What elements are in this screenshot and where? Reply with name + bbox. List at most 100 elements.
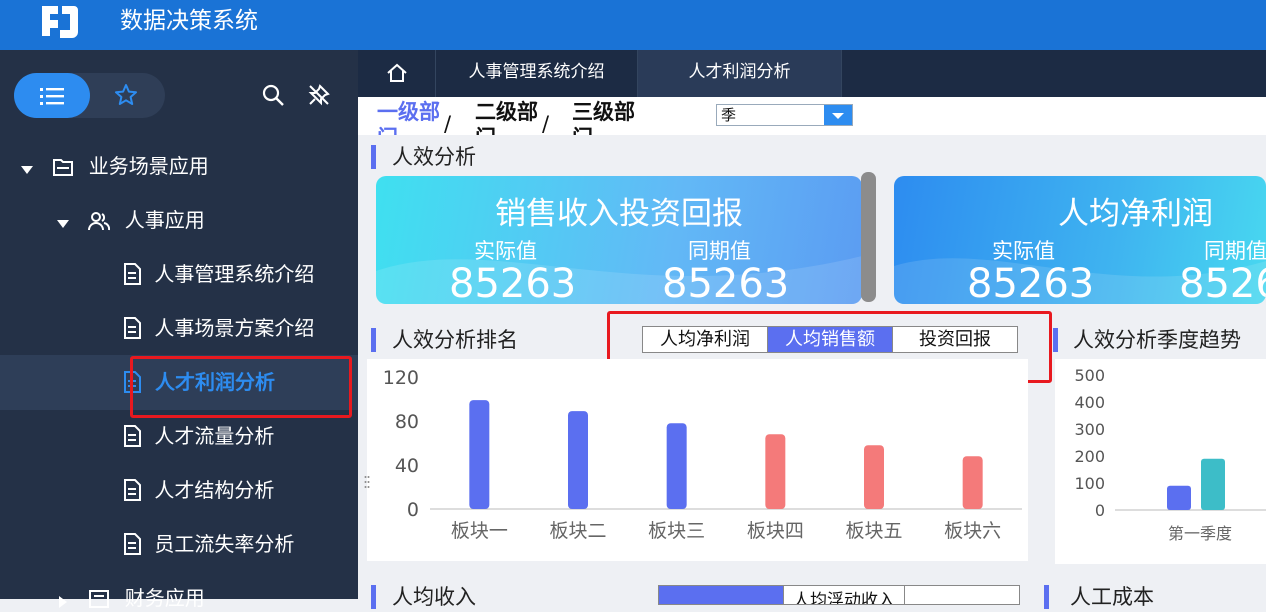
section-title-income: 人均收入 — [392, 585, 476, 609]
filter-bar: 一级部门 / 二级部门 / 三级部门 季 — [358, 97, 1266, 135]
y-tick-label: 200 — [1074, 447, 1105, 466]
sidebar: 业务场景应用 人事应用 人事管理系统介绍 人事场景方案介绍 人才利润分析 人才流… — [0, 50, 358, 610]
tree-label: 人才结构分析 — [154, 478, 275, 502]
income-toggle-float[interactable]: 人均浮动收入 — [783, 586, 905, 604]
kpi-card-sales-roi: 销售收入投资回报 实际值 同期值 85263 85263 — [376, 176, 862, 304]
document-icon — [124, 479, 141, 501]
card-title: 销售收入投资回报 — [495, 196, 743, 232]
document-icon — [124, 425, 141, 447]
chevron-down-icon — [832, 113, 844, 119]
actual-value: 85263 — [449, 261, 577, 304]
tree-label: 人事管理系统介绍 — [154, 262, 315, 286]
section-title-ranking: 人效分析排名 — [392, 328, 518, 352]
app-logo-icon — [42, 6, 78, 38]
ranking-bar-chart: 0 40 80 120 板块一 板块二 板块三 板块四 板块五 板块六 — [383, 367, 1022, 542]
income-toggle-active[interactable] — [659, 586, 783, 604]
bar[interactable] — [962, 456, 983, 509]
period-value: 季 — [721, 106, 737, 124]
section-marker — [371, 145, 376, 169]
document-icon — [124, 317, 141, 339]
x-tick-label: 板块二 — [549, 520, 606, 542]
y-tick-label: 120 — [383, 367, 419, 389]
tree-label: 财务应用 — [124, 586, 205, 610]
y-tick-label: 500 — [1074, 366, 1105, 385]
ranking-chart-panel: 0 40 80 120 板块一 板块二 板块三 板块四 板块五 板块六 — [367, 359, 1028, 561]
bar[interactable] — [666, 423, 687, 509]
search-icon[interactable] — [261, 83, 285, 107]
document-icon — [124, 263, 141, 285]
y-tick-label: 80 — [395, 411, 419, 433]
list-view-button[interactable] — [14, 73, 90, 118]
actual-value: 85263 — [967, 261, 1095, 304]
tab-talent-profit[interactable]: 人才利润分析 — [638, 50, 842, 97]
tree-label: 人才流量分析 — [154, 424, 275, 448]
x-tick-label: 板块一 — [451, 520, 508, 542]
crumb-separator: / — [542, 112, 550, 135]
section-title-efficiency: 人效分析 — [392, 145, 476, 169]
app-title: 数据决策系统 — [120, 8, 258, 34]
section-marker — [1053, 328, 1058, 352]
highlight-box — [130, 356, 352, 418]
crumb-level1[interactable]: 一级部门 — [377, 99, 447, 135]
folder-icon — [53, 159, 74, 176]
carousel-scroll-handle[interactable] — [861, 172, 876, 302]
tree-item-hr-intro[interactable]: 人事管理系统介绍 — [122, 260, 314, 288]
tree-label: 人事场景方案介绍 — [154, 316, 315, 340]
resize-grip-icon[interactable] — [364, 474, 370, 494]
crumb-level3[interactable]: 三级部门 — [572, 99, 642, 135]
tree-item-talent-flow[interactable]: 人才流量分析 — [122, 422, 274, 450]
tree-label: 人事应用 — [124, 208, 205, 232]
y-tick-label: 300 — [1074, 420, 1105, 439]
section-marker — [371, 585, 376, 609]
tab-hr-intro[interactable]: 人事管理系统介绍 — [436, 50, 638, 97]
caret-down-icon — [57, 220, 69, 228]
section-title-cost: 人工成本 — [1070, 585, 1154, 609]
trend-chart-panel: 0 100 200 300 400 500 第一季度 — [1055, 359, 1266, 564]
tree-node-finance-apps[interactable]: 财务应用 — [56, 584, 205, 612]
favorites-star-icon[interactable] — [114, 83, 138, 107]
y-tick-label: 40 — [395, 455, 419, 477]
x-tick-label: 板块六 — [944, 520, 1001, 542]
dropdown-button[interactable] — [824, 105, 852, 125]
bar[interactable] — [864, 445, 884, 509]
crumb-separator: / — [444, 112, 452, 135]
home-tab[interactable] — [358, 50, 436, 97]
kpi-card-net-profit: 人均净利润 实际值 同期值 85263 85263 — [894, 176, 1266, 304]
users-icon — [88, 212, 111, 231]
bar[interactable] — [1201, 458, 1225, 510]
tree-node-business-scenarios[interactable]: 业务场景应用 — [20, 152, 209, 180]
bar[interactable] — [568, 411, 588, 509]
x-tick-label: 板块四 — [747, 520, 804, 542]
bar[interactable] — [1167, 485, 1191, 510]
caret-down-icon — [21, 166, 33, 174]
income-toggle-group: 人均浮动收入 — [658, 585, 1020, 605]
prior-value: 85263 — [1179, 261, 1266, 304]
x-tick-label: 板块三 — [648, 520, 705, 542]
y-tick-label: 0 — [407, 499, 419, 521]
dashboard: 一级部门 / 二级部门 / 三级部门 季 人效分析 销售收入投资回报 实际值 同… — [358, 97, 1266, 609]
tree-label: 业务场景应用 — [88, 154, 209, 178]
section-marker — [371, 328, 376, 352]
tab-bar: 人事管理系统介绍 人才利润分析 — [358, 50, 1266, 97]
trend-bar-chart: 0 100 200 300 400 500 第一季度 — [1074, 366, 1266, 543]
tree-node-hr-apps[interactable]: 人事应用 — [56, 206, 205, 234]
bar[interactable] — [469, 400, 490, 509]
y-tick-label: 400 — [1074, 393, 1105, 412]
tree-item-hr-scenario[interactable]: 人事场景方案介绍 — [122, 314, 314, 342]
unpin-icon[interactable] — [307, 83, 331, 107]
bar[interactable] — [765, 434, 786, 509]
section-title-trend: 人效分析季度趋势 — [1073, 328, 1241, 352]
y-tick-label: 0 — [1095, 501, 1105, 520]
x-tick-label: 板块五 — [845, 520, 902, 542]
document-icon — [124, 533, 141, 555]
crumb-level2[interactable]: 二级部门 — [475, 99, 545, 135]
tree-item-talent-structure[interactable]: 人才结构分析 — [122, 476, 274, 504]
view-switch — [14, 73, 165, 118]
tree-label: 员工流失率分析 — [154, 532, 295, 556]
section-marker — [1044, 585, 1049, 609]
tree-item-turnover[interactable]: 员工流失率分析 — [122, 530, 294, 558]
caret-right-icon — [59, 596, 67, 608]
list-icon — [40, 87, 64, 105]
x-tick-label: 第一季度 — [1168, 524, 1232, 543]
period-select[interactable]: 季 — [716, 104, 853, 126]
